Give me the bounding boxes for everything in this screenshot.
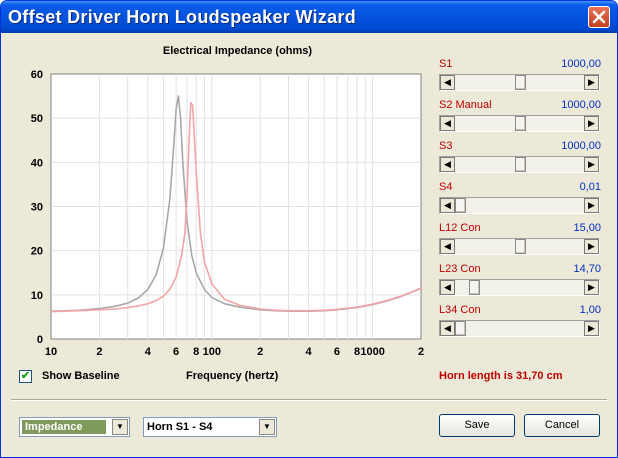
arrow-right-icon[interactable]: ▶ — [584, 321, 599, 336]
wizard-window: Offset Driver Horn Loudspeaker Wizard El… — [0, 0, 618, 458]
save-button[interactable]: Save — [439, 414, 515, 437]
window-title: Offset Driver Horn Loudspeaker Wizard — [8, 7, 357, 27]
arrow-right-icon[interactable]: ▶ — [584, 157, 599, 172]
horn-select-value: Horn S1 - S4 — [147, 421, 213, 433]
slider-thumb[interactable] — [455, 198, 466, 213]
arrow-left-icon[interactable]: ◀ — [440, 280, 455, 295]
x-tick-label: 2 — [257, 346, 263, 358]
x-tick-label: 1000 — [360, 346, 384, 358]
y-tick-label: 10 — [31, 290, 43, 302]
arrow-right-icon[interactable]: ▶ — [584, 198, 599, 213]
slider-label: S2 Manual — [439, 99, 492, 111]
slider-label: S4 — [439, 181, 453, 193]
slider-value: 0,01 — [579, 181, 601, 193]
slider-track[interactable]: ◀ ▶ — [439, 320, 600, 337]
slider-thumb[interactable] — [515, 239, 526, 254]
close-button[interactable] — [588, 6, 610, 28]
cancel-button[interactable]: Cancel — [524, 414, 600, 437]
slider-label: L23 Con — [439, 263, 481, 275]
show-baseline-text: Show Baseline — [42, 370, 120, 382]
slider-thumb[interactable] — [515, 116, 526, 131]
arrow-left-icon[interactable]: ◀ — [440, 198, 455, 213]
y-tick-label: 60 — [31, 69, 43, 81]
close-icon — [592, 10, 606, 24]
slider-value: 1000,00 — [561, 140, 601, 152]
arrow-left-icon[interactable]: ◀ — [440, 116, 455, 131]
slider-thumb[interactable] — [469, 280, 481, 295]
slider-track[interactable]: ◀ ▶ — [439, 74, 600, 91]
x-tick-label: 6 — [173, 346, 179, 358]
slider-thumb[interactable] — [515, 157, 526, 172]
separator — [11, 399, 607, 401]
chevron-down-icon[interactable]: ▼ — [112, 419, 128, 435]
chart-title: Electrical Impedance (ohms) — [162, 45, 313, 57]
slider-label: S1 — [439, 58, 453, 70]
x-tick-label: 100 — [203, 346, 221, 358]
arrow-right-icon[interactable]: ▶ — [584, 116, 599, 131]
x-tick-label: 8 — [193, 346, 199, 358]
x-tick-label: 4 — [145, 346, 152, 358]
checkmark-icon: ✔ — [20, 370, 31, 382]
chevron-down-icon[interactable]: ▼ — [259, 419, 275, 435]
arrow-left-icon[interactable]: ◀ — [440, 321, 455, 336]
arrow-right-icon[interactable]: ▶ — [584, 280, 599, 295]
slider-value: 1000,00 — [561, 58, 601, 70]
show-baseline-label[interactable]: Show Baseline — [42, 370, 120, 382]
slider-track[interactable]: ◀ ▶ — [439, 279, 600, 296]
x-tick-label: 10 — [45, 346, 57, 358]
y-tick-label: 30 — [31, 202, 43, 214]
arrow-left-icon[interactable]: ◀ — [440, 157, 455, 172]
arrow-left-icon[interactable]: ◀ — [440, 75, 455, 90]
slider-track[interactable]: ◀ ▶ — [439, 238, 600, 255]
y-tick-label: 0 — [37, 334, 43, 346]
horn-length-text: Horn length is 31,70 cm — [439, 370, 563, 382]
arrow-left-icon[interactable]: ◀ — [440, 239, 455, 254]
title-bar[interactable]: Offset Driver Horn Loudspeaker Wizard — [1, 1, 617, 33]
x-tick-label: 2 — [418, 346, 424, 358]
x-tick-label: 4 — [306, 346, 313, 358]
view-select-value: Impedance — [22, 420, 106, 434]
slider-value: 1000,00 — [561, 99, 601, 111]
slider-label: S3 — [439, 140, 453, 152]
view-select[interactable]: Impedance ▼ — [19, 417, 130, 437]
cancel-button-label: Cancel — [544, 419, 580, 431]
x-tick-label: 8 — [354, 346, 360, 358]
slider-value: 14,70 — [573, 263, 601, 275]
y-tick-label: 20 — [31, 246, 43, 258]
show-baseline-checkbox[interactable]: ✔ — [19, 370, 32, 383]
x-axis-title: Frequency (hertz) — [186, 370, 279, 382]
horn-select[interactable]: Horn S1 - S4 ▼ — [143, 417, 277, 437]
impedance-chart: 010203040506010 2 4 6 8 100 2 4 6 8 1000 2 — [31, 69, 424, 358]
slider-thumb[interactable] — [455, 321, 466, 336]
slider-track[interactable]: ◀ ▶ — [439, 115, 600, 132]
x-tick-label: 6 — [334, 346, 340, 358]
x-tick-label: 2 — [96, 346, 102, 358]
slider-value: 1,00 — [579, 304, 601, 316]
save-button-label: Save — [464, 419, 490, 431]
slider-value: 15,00 — [573, 222, 601, 234]
slider-track[interactable]: ◀ ▶ — [439, 156, 600, 173]
arrow-right-icon[interactable]: ▶ — [584, 239, 599, 254]
slider-track[interactable]: ◀ ▶ — [439, 197, 600, 214]
slider-label: L12 Con — [439, 222, 481, 234]
arrow-right-icon[interactable]: ▶ — [584, 75, 599, 90]
slider-label: L34 Con — [439, 304, 481, 316]
y-tick-label: 40 — [31, 157, 43, 169]
slider-thumb[interactable] — [515, 75, 526, 90]
y-tick-label: 50 — [31, 113, 43, 125]
